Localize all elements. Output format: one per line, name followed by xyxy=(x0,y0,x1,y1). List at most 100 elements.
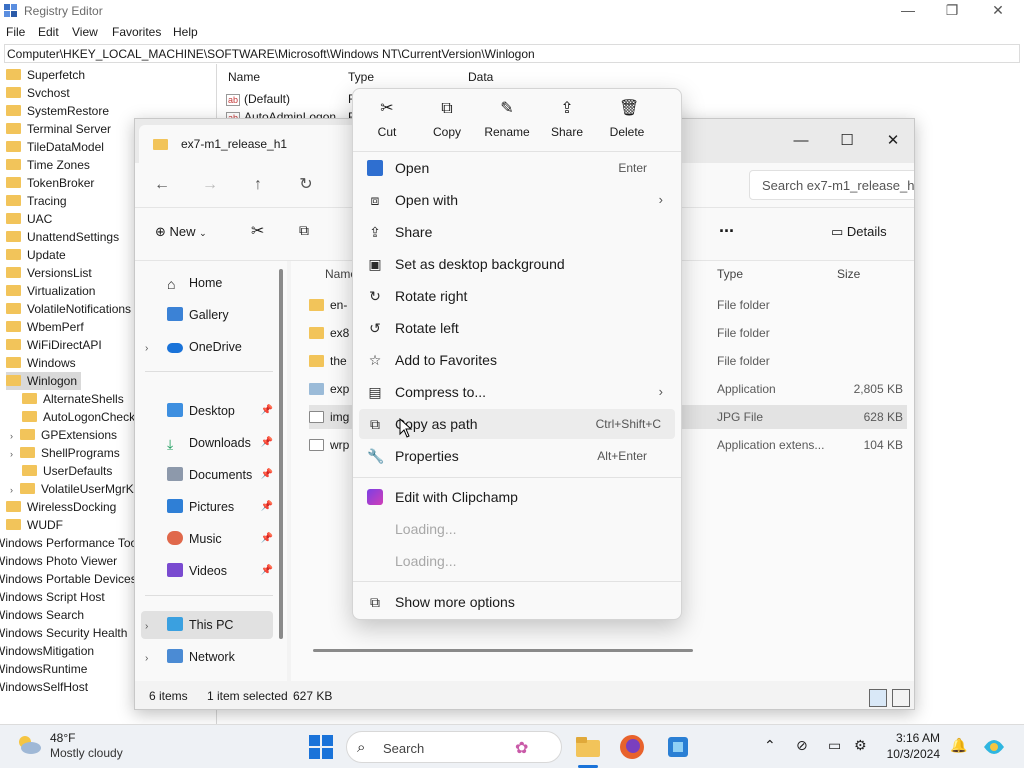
tree-item[interactable]: TileDataModel xyxy=(6,138,104,156)
close-icon[interactable]: ✕ xyxy=(978,2,1018,19)
menu-item-share[interactable]: ⇪ Share xyxy=(359,217,675,247)
tree-item[interactable]: Terminal Server xyxy=(6,120,111,138)
firefox-icon[interactable] xyxy=(618,733,646,761)
tree-item[interactable]: VersionsList xyxy=(6,264,92,282)
tree-item[interactable]: WUDF xyxy=(6,516,63,534)
menu-favorites[interactable]: Favorites xyxy=(112,25,161,39)
weather-description[interactable]: Mostly cloudy xyxy=(50,746,123,760)
file-explorer-icon[interactable] xyxy=(574,733,602,761)
pin-icon[interactable]: 📌 xyxy=(261,397,273,425)
clock-date[interactable]: 10/3/2024 xyxy=(880,747,940,761)
menu-file[interactable]: File xyxy=(6,25,25,39)
column-type[interactable]: Type xyxy=(348,70,374,84)
menu-item-open[interactable]: Open Enter xyxy=(359,153,675,183)
share-action[interactable]: ⇪ Share xyxy=(537,89,597,147)
refresh-icon[interactable]: ↻ xyxy=(293,173,319,197)
tree-item[interactable]: TokenBroker xyxy=(6,174,94,192)
minimize-icon[interactable]: — xyxy=(888,2,928,18)
pin-icon[interactable]: 📌 xyxy=(261,525,273,553)
weather-temperature[interactable]: 48°F xyxy=(50,731,75,745)
menu-item-properties[interactable]: 🔧 Properties Alt+Enter xyxy=(359,441,675,471)
details-view-icon[interactable] xyxy=(869,689,887,707)
network-disconnected-icon[interactable]: ⊘ xyxy=(796,737,808,754)
tree-item[interactable]: Windows Security Health xyxy=(0,624,127,642)
menu-item-edit-with-clipchamp[interactable]: Edit with Clipchamp xyxy=(359,482,675,512)
sidebar-item-documents[interactable]: Documents 📌 xyxy=(141,461,273,489)
tree-item[interactable]: UnattendSettings xyxy=(6,228,119,246)
menu-item-set-desktop-background[interactable]: ▣ Set as desktop background xyxy=(359,249,675,279)
maximize-icon[interactable]: ☐ xyxy=(824,127,870,155)
windows-start-icon[interactable] xyxy=(308,734,334,760)
pin-icon[interactable]: 📌 xyxy=(261,493,273,521)
tiles-view-icon[interactable] xyxy=(892,689,910,707)
tree-item[interactable]: WirelessDocking xyxy=(6,498,116,516)
close-icon[interactable]: ✕ xyxy=(870,127,914,155)
sidebar-scrollbar[interactable] xyxy=(279,269,283,639)
menu-item-compress-to[interactable]: ▤ Compress to... › xyxy=(359,377,675,407)
more-options-icon[interactable]: ... xyxy=(719,216,734,237)
registry-value-row[interactable]: ab(Default)R xyxy=(226,90,357,108)
tree-item[interactable]: WiFiDirectAPI xyxy=(6,336,102,354)
sidebar-item-desktop[interactable]: Desktop 📌 xyxy=(141,397,273,425)
tree-item[interactable]: WindowsSelfHost xyxy=(0,678,88,696)
up-arrow-icon[interactable]: ↑ xyxy=(245,173,271,197)
tree-item[interactable]: Time Zones xyxy=(6,156,90,174)
chevron-right-icon[interactable]: › xyxy=(10,427,20,445)
tree-item[interactable]: UserDefaults xyxy=(22,462,112,480)
search-input[interactable]: Search ex7-m1_release_h xyxy=(749,170,914,200)
file-list-scrollbar[interactable] xyxy=(313,649,693,652)
menu-item-show-more-options[interactable]: ⧉ Show more options xyxy=(359,587,675,617)
new-button[interactable]: ⊕ New ⌄ xyxy=(155,224,207,240)
sidebar-item-onedrive[interactable]: OneDrive xyxy=(141,333,273,361)
tree-item[interactable]: Update xyxy=(6,246,66,264)
clock-time[interactable]: 3:16 AM xyxy=(880,731,940,745)
cut-icon[interactable]: ✂ xyxy=(251,221,264,241)
tree-item[interactable]: VolatileNotifications xyxy=(6,300,131,318)
menu-item-open-with[interactable]: ⧈ Open with › xyxy=(359,185,675,215)
cut-action[interactable]: ✂ Cut xyxy=(357,89,417,147)
tree-item[interactable]: Windows Search xyxy=(0,606,84,624)
explorer-tab[interactable]: ex7-m1_release_h1 xyxy=(139,125,359,163)
tree-item[interactable]: Windows Performance Toolkit xyxy=(0,534,152,552)
menu-help[interactable]: Help xyxy=(173,25,198,39)
settings-icon[interactable]: ⚙ xyxy=(854,737,867,754)
tree-item[interactable]: Svchost xyxy=(6,84,70,102)
chevron-right-icon[interactable]: › xyxy=(10,481,20,499)
tree-item[interactable]: › GPExtensions xyxy=(10,426,117,444)
menu-item-rotate-left[interactable]: ↺ Rotate left xyxy=(359,313,675,343)
tree-item[interactable]: Tracing xyxy=(6,192,67,210)
tree-item[interactable]: Virtualization xyxy=(6,282,95,300)
chevron-right-icon[interactable]: › xyxy=(10,445,20,463)
column-name[interactable]: Name xyxy=(228,70,260,84)
registry-address-bar[interactable]: Computer\HKEY_LOCAL_MACHINE\SOFTWARE\Mic… xyxy=(4,44,1020,63)
column-data[interactable]: Data xyxy=(468,70,493,84)
column-header-size[interactable]: Size xyxy=(837,267,860,281)
tree-item[interactable]: Windows xyxy=(6,354,76,372)
chevron-up-icon[interactable]: ⌃ xyxy=(764,737,776,754)
sidebar-item-home[interactable]: ⌂ Home xyxy=(141,269,273,297)
sidebar-item-this-pc[interactable]: This PC xyxy=(141,611,273,639)
menu-view[interactable]: View xyxy=(72,25,98,39)
details-pane-button[interactable]: ▭ Details xyxy=(831,224,887,240)
tree-item-winlogon[interactable]: Winlogon xyxy=(6,372,82,390)
sidebar-item-pictures[interactable]: Pictures 📌 xyxy=(141,493,273,521)
copy-action[interactable]: ⧉ Copy xyxy=(417,89,477,147)
sidebar-item-videos[interactable]: Videos 📌 xyxy=(141,557,273,585)
rename-action[interactable]: ✎ Rename xyxy=(477,89,537,147)
taskbar-search-box[interactable]: ⌕ Search ✿ xyxy=(346,731,562,763)
pin-icon[interactable]: 📌 xyxy=(261,461,273,489)
notification-bell-icon[interactable]: 🔔 xyxy=(950,737,967,754)
tree-item[interactable]: WbemPerf xyxy=(6,318,84,336)
tree-item[interactable]: WindowsMitigation xyxy=(0,642,94,660)
tree-item[interactable]: WindowsRuntime xyxy=(0,660,87,678)
forward-arrow-icon[interactable]: → xyxy=(197,173,223,197)
tree-item[interactable]: › VolatileUserMgrKey xyxy=(10,480,146,498)
sidebar-item-downloads[interactable]: ⤓ Downloads 📌 xyxy=(141,429,273,457)
chevron-right-icon[interactable]: › xyxy=(145,621,148,632)
tree-item[interactable]: Windows Script Host xyxy=(0,588,105,606)
copy-icon[interactable]: ⧉ xyxy=(299,222,309,239)
chevron-right-icon[interactable]: › xyxy=(145,653,148,664)
delete-action[interactable]: 🗑 Delete xyxy=(597,89,657,147)
sidebar-item-network[interactable]: Network xyxy=(141,643,273,671)
tree-item[interactable]: › ShellPrograms xyxy=(10,444,120,462)
